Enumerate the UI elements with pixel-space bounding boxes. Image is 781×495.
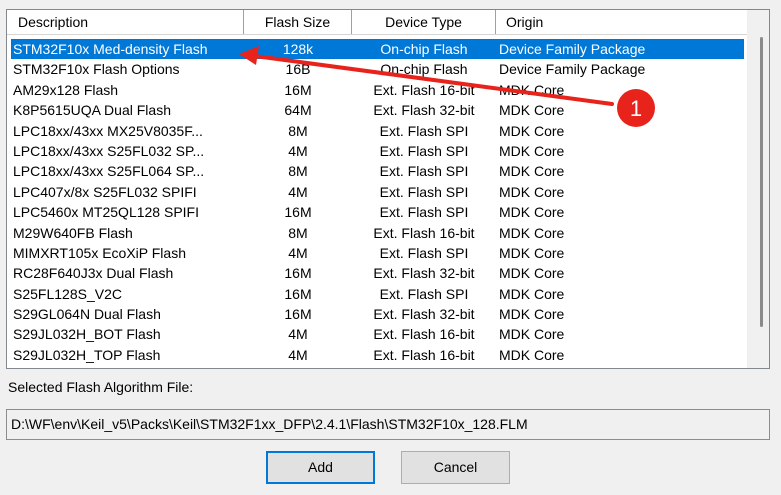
cell-device-type: Ext. Flash SPI: [379, 285, 469, 302]
cell-device-type: Ext. Flash 16-bit: [373, 326, 475, 343]
cell-flash-size: 16M: [284, 306, 312, 323]
column-header-description[interactable]: Description: [10, 10, 244, 34]
cell-origin: MDK Core: [499, 142, 565, 159]
cell-flash-size: 8M: [288, 224, 308, 241]
table-row[interactable]: LPC407x/8x S25FL032 SPIFI 4M Ext. Flash SP…: [7, 182, 747, 202]
cancel-button[interactable]: Cancel: [401, 451, 510, 484]
cell-origin: MDK Core: [499, 285, 565, 302]
cell-description: LPC18xx/43xx S25FL064 SP...: [13, 163, 205, 180]
table-row[interactable]: M29W640FB Flash 8M Ext. Flash 16-bit MDK Co…: [7, 223, 747, 243]
cell-origin: MDK Core: [499, 122, 565, 139]
scrollbar-thumb[interactable]: [760, 37, 763, 327]
cell-description: LPC18xx/43xx S25FL032 SP...: [13, 142, 205, 159]
cell-origin: Device Family Package: [499, 41, 646, 57]
add-button[interactable]: Add: [266, 451, 375, 484]
cell-flash-size: 16M: [284, 265, 312, 282]
cell-description: S29JL032H_TOP Flash: [13, 346, 161, 363]
cell-flash-size: 16M: [284, 81, 312, 98]
cell-device-type: Ext. Flash SPI: [379, 244, 469, 261]
cell-device-type: Ext. Flash SPI: [379, 122, 469, 139]
cell-device-type: Ext. Flash SPI: [379, 183, 469, 200]
cell-origin: MDK Core: [499, 306, 565, 323]
cell-description: LPC5460x MT25QL128 SPIFI: [13, 204, 199, 221]
cell-flash-size: 4M: [288, 346, 308, 363]
cell-description: STM32F10x Med-density Flash: [13, 41, 208, 57]
cell-device-type: Ext. Flash 16-bit: [373, 346, 475, 363]
cell-flash-size: 16M: [284, 204, 312, 221]
cell-flash-size: 64M: [284, 102, 312, 119]
table-row[interactable]: S25FL128S_V2C 16M Ext. Flash SPI MDK Core: [7, 284, 747, 304]
cell-description: LPC18xx/43xx MX25V8035F...: [13, 122, 203, 139]
cell-description: M29W640FB Flash: [13, 224, 133, 241]
cell-flash-size: 128k: [282, 41, 314, 57]
column-header-device-type[interactable]: Device Type: [352, 10, 496, 34]
cell-description: S29JL032H_BOT Flash: [13, 326, 161, 343]
selected-file-label: Selected Flash Algorithm File:: [8, 379, 194, 395]
cell-flash-size: 4M: [288, 142, 308, 159]
cell-origin: MDK Core: [499, 265, 565, 282]
cell-description: S29GL064N Dual Flash: [13, 306, 161, 323]
cell-description: S25FL128S_V2C: [13, 285, 122, 302]
cell-flash-size: 16B: [285, 61, 311, 78]
table-row[interactable]: S29GL064N Dual Flash 16M Ext. Flash 32-bit…: [7, 304, 747, 324]
cell-description: K8P5615UQA Dual Flash: [13, 102, 171, 119]
selected-file-path-field: D:\WF\env\Keil_v5\Packs\Keil\STM32F1xx_D…: [6, 409, 770, 440]
table-row[interactable]: LPC5460x MT25QL128 SPIFI 16M Ext. Flash SP…: [7, 202, 747, 222]
table-row[interactable]: LPC18xx/43xx S25FL032 SP... 4M Ext. Flash …: [7, 141, 747, 161]
cell-device-type: Ext. Flash 16-bit: [373, 81, 475, 98]
table-row[interactable]: S29JL032H_TOP Flash 4M Ext. Flash 16-bit MD…: [7, 345, 747, 365]
table-row[interactable]: K8P5615UQA Dual Flash 64M Ext. Flash 32-bi…: [7, 100, 747, 120]
cell-flash-size: 8M: [288, 122, 308, 139]
cell-origin: MDK Core: [499, 204, 565, 221]
cell-device-type: On-chip Flash: [380, 61, 468, 78]
cell-device-type: Ext. Flash 32-bit: [373, 306, 475, 323]
cell-device-type: Ext. Flash 32-bit: [373, 102, 475, 119]
cell-flash-size: 8M: [288, 163, 308, 180]
cell-device-type: On-chip Flash: [380, 41, 468, 57]
cell-origin: Device Family Package: [499, 61, 646, 78]
table-row[interactable]: RC28F640J3x Dual Flash 16M Ext. Flash 32-b…: [7, 263, 747, 283]
cell-device-type: Ext. Flash 32-bit: [373, 265, 475, 282]
cell-origin: MDK Core: [499, 224, 565, 241]
cell-device-type: Ext. Flash SPI: [379, 163, 469, 180]
cell-description: MIMXRT105x EcoXiP Flash: [13, 244, 186, 261]
table-row[interactable]: AM29x128 Flash 16M Ext. Flash 16-bit MDK Co…: [7, 80, 747, 100]
table-row[interactable]: LPC18xx/43xx MX25V8035F... 8M Ext. Flash S…: [7, 121, 747, 141]
cell-description: LPC407x/8x S25FL032 SPIFI: [13, 183, 197, 200]
column-header-flash-size[interactable]: Flash Size: [244, 10, 352, 34]
column-header-origin[interactable]: Origin: [496, 10, 748, 34]
table-row[interactable]: S29JL032H_BOT Flash 4M Ext. Flash 16-bit MD…: [7, 324, 747, 344]
cell-device-type: Ext. Flash 16-bit: [373, 224, 475, 241]
cell-origin: MDK Core: [499, 102, 565, 119]
cell-description: RC28F640J3x Dual Flash: [13, 265, 174, 282]
cell-description: STM32F10x Flash Options: [13, 61, 180, 78]
cell-origin: MDK Core: [499, 163, 565, 180]
cell-flash-size: 4M: [288, 326, 308, 343]
cell-origin: MDK Core: [499, 81, 565, 98]
cell-description: AM29x128 Flash: [13, 81, 119, 98]
cell-flash-size: 4M: [288, 183, 308, 200]
cell-device-type: Ext. Flash SPI: [379, 142, 469, 159]
table-row[interactable]: MIMXRT105x EcoXiP Flash 4M Ext. Flash SPI M…: [7, 243, 747, 263]
cell-origin: MDK Core: [499, 244, 565, 261]
table-row-selected[interactable]: STM32F10x Med-density Flash 128k On-chip F…: [7, 39, 747, 60]
cell-flash-size: 16M: [284, 285, 312, 302]
cell-device-type: Ext. Flash SPI: [379, 204, 469, 221]
table-row[interactable]: STM32F10x Flash Options 16B On-chip Flash D…: [7, 59, 747, 79]
table-row[interactable]: LPC18xx/43xx S25FL064 SP... 8M Ext. Flash …: [7, 161, 747, 181]
cell-origin: MDK Core: [499, 326, 565, 343]
cell-origin: MDK Core: [499, 183, 565, 200]
cell-flash-size: 4M: [288, 244, 308, 261]
list-body: STM32F10x Med-density Flash 128k On-chip F…: [7, 39, 747, 365]
cell-origin: MDK Core: [499, 346, 565, 363]
flash-algorithm-list[interactable]: Description Flash Size Device Type Origi…: [6, 9, 770, 369]
vertical-scrollbar[interactable]: [747, 10, 769, 368]
list-header: Description Flash Size Device Type Origi…: [7, 10, 748, 35]
